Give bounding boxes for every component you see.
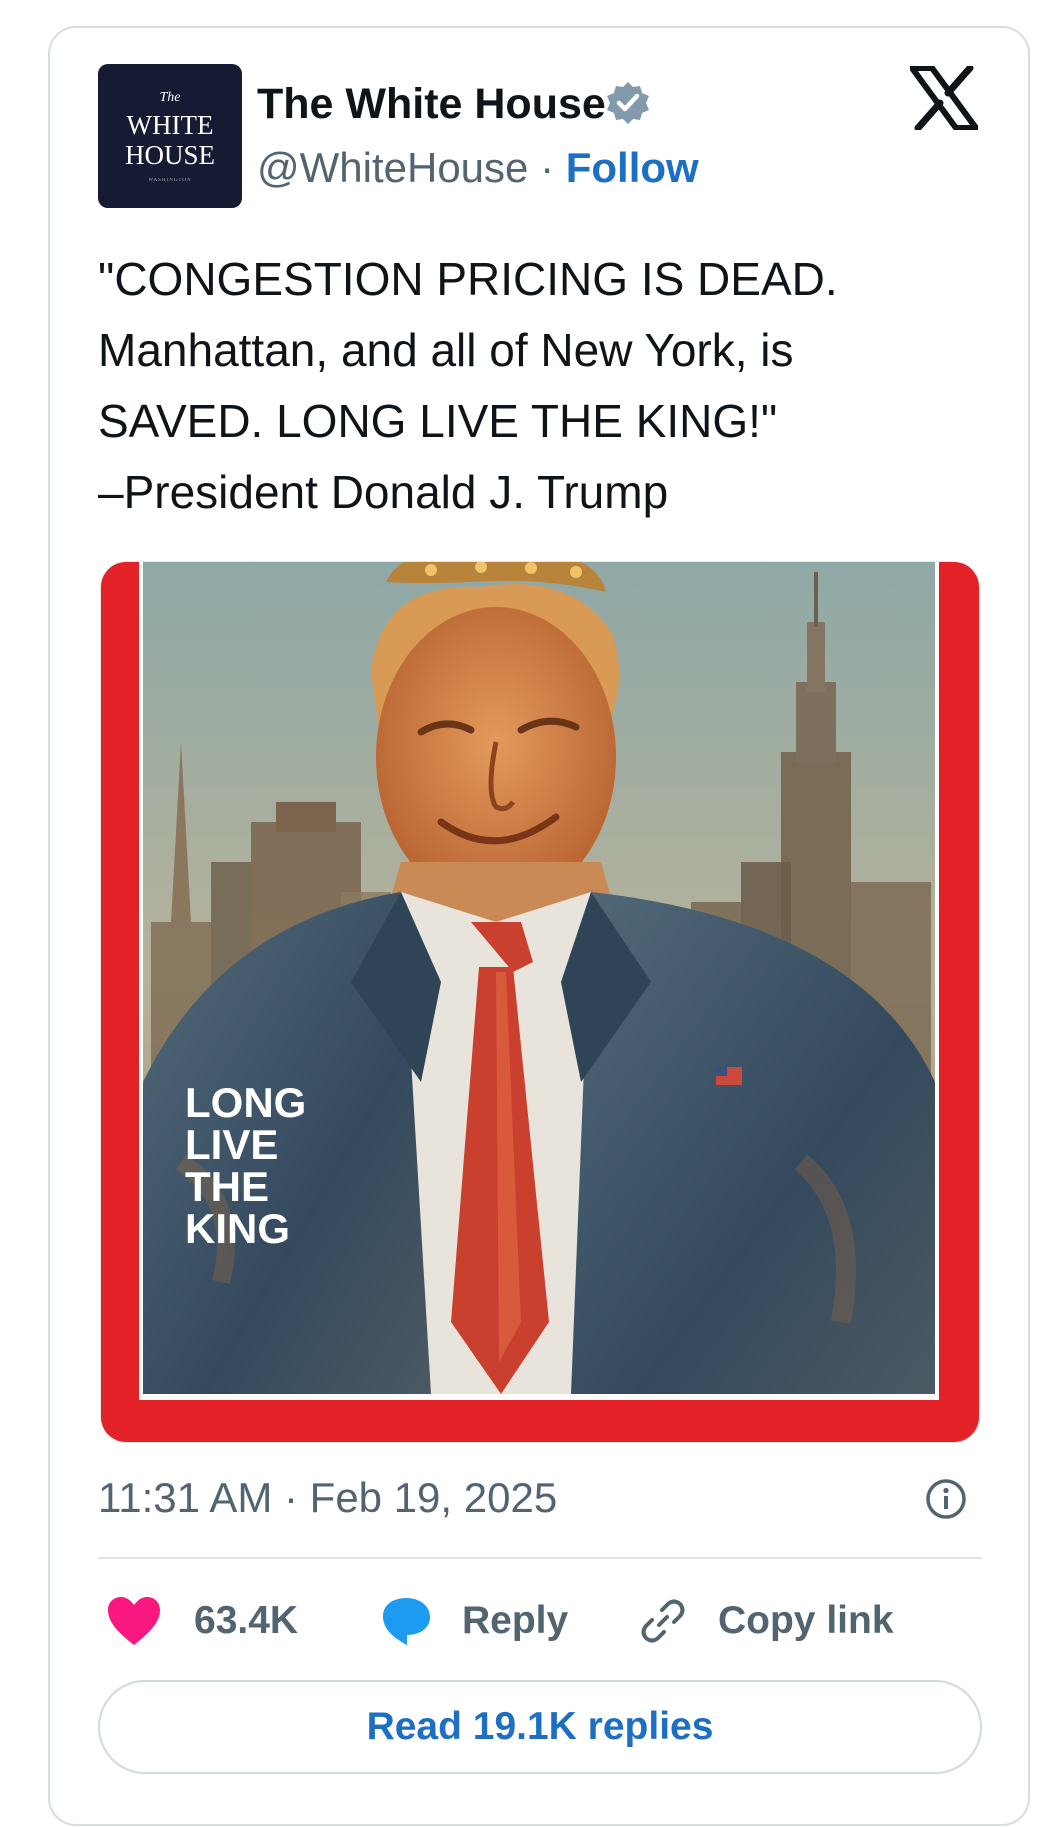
cover-text-king: KING — [185, 1205, 290, 1252]
heart-icon — [108, 1597, 160, 1645]
separator: · — [540, 144, 555, 191]
verified-badge-icon — [607, 82, 649, 124]
speech-bubble-icon — [382, 1598, 430, 1645]
handle[interactable]: @WhiteHouse — [257, 144, 528, 191]
reply-label: Reply — [462, 1599, 569, 1642]
follow-button[interactable]: Follow — [566, 144, 699, 191]
handle-row: @WhiteHouse · Follow — [257, 142, 699, 194]
tweet-line: Manhattan, and all of New York, is — [98, 324, 794, 376]
like-button[interactable]: 63.4K — [106, 1592, 298, 1650]
avatar-text-house: HOUSE — [124, 140, 215, 170]
copy-link-label: Copy link — [718, 1599, 894, 1642]
copy-link-button[interactable]: Copy link — [638, 1592, 894, 1650]
action-bar: 63.4K Reply Copy link — [98, 1592, 982, 1650]
tweet-line: –President Donald J. Trump — [98, 466, 669, 518]
cover-text-live: LIVE — [185, 1121, 278, 1168]
tweet-text: "CONGESTION PRICING IS DEAD. Manhattan, … — [98, 244, 998, 528]
cover-text-the: THE — [185, 1163, 269, 1210]
divider — [98, 1557, 982, 1559]
avatar-text-white: WHITE — [126, 110, 214, 140]
cover-text-long: LONG — [185, 1079, 306, 1126]
avatar-text-washington: WASHINGTON — [148, 178, 192, 183]
avatar[interactable]: The WHITE HOUSE WASHINGTON — [98, 64, 242, 208]
tweet-line: SAVED. LONG LIVE THE KING!" — [98, 395, 778, 447]
like-count: 63.4K — [194, 1599, 299, 1642]
reply-button[interactable]: Reply — [380, 1592, 568, 1650]
link-icon — [641, 1599, 685, 1643]
tweet-line: "CONGESTION PRICING IS DEAD. — [98, 253, 838, 305]
read-replies-button[interactable]: Read 19.1K replies — [98, 1680, 982, 1774]
timestamp[interactable]: 11:31 AM · Feb 19, 2025 — [98, 1472, 557, 1524]
king-cover-illustration: LONG LIVE THE KING — [101, 562, 979, 1442]
info-icon[interactable] — [924, 1477, 968, 1521]
display-name[interactable]: The White House — [257, 78, 606, 130]
avatar-text-the: The — [159, 90, 181, 105]
tweet-image[interactable]: LONG LIVE THE KING — [100, 561, 980, 1443]
x-logo-icon[interactable] — [910, 66, 978, 130]
